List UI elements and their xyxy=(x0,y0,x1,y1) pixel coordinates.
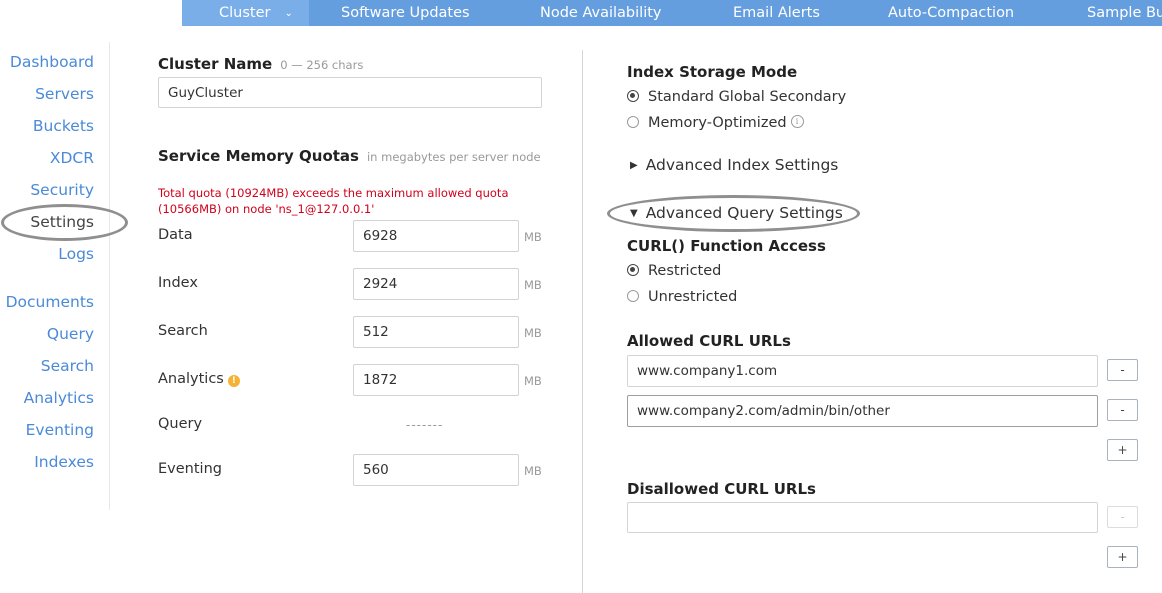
quota-label-analytics: Analytics! xyxy=(158,371,240,387)
memory-quotas-hint: in megabytes per server node xyxy=(366,150,541,164)
advanced-query-settings-toggle[interactable]: ▼ Advanced Query Settings xyxy=(630,204,843,222)
radio-unchecked-icon xyxy=(627,290,639,302)
tab-sample-buckets[interactable]: Sample Bu xyxy=(1087,0,1162,26)
quota-label-search: Search xyxy=(158,323,208,339)
remove-allowed-url-button[interactable]: - xyxy=(1107,399,1138,421)
radio-unchecked-icon xyxy=(627,116,639,128)
memory-quotas-label: Service Memory Quotas in megabytes per se… xyxy=(158,147,541,165)
info-icon[interactable]: i xyxy=(790,115,804,128)
quota-input-index[interactable] xyxy=(353,268,519,300)
radio-standard-gsi[interactable]: Standard Global Secondary xyxy=(627,89,846,105)
quota-input-eventing[interactable] xyxy=(353,454,519,486)
quota-label-index: Index xyxy=(158,275,198,291)
advanced-index-settings-toggle[interactable]: ▶ Advanced Index Settings xyxy=(630,156,838,174)
sidebar-item-servers[interactable]: Servers xyxy=(35,85,94,103)
tab-software-updates[interactable]: Software Updates xyxy=(341,0,470,26)
disallowed-urls-label: Disallowed CURL URLs xyxy=(627,480,816,498)
tab-cluster[interactable]: Cluster ⌄ xyxy=(182,0,309,26)
curl-access-label: CURL() Function Access xyxy=(627,237,826,255)
triangle-down-icon: ▼ xyxy=(630,208,638,219)
chevron-down-icon: ⌄ xyxy=(284,8,293,19)
remove-allowed-url-button[interactable]: - xyxy=(1107,359,1138,381)
unit-label: MB xyxy=(524,374,542,388)
tab-label: Cluster xyxy=(219,5,271,21)
tab-node-availability[interactable]: Node Availability xyxy=(540,0,662,26)
triangle-right-icon: ▶ xyxy=(630,160,638,171)
unit-label: MB xyxy=(524,326,542,340)
unit-label: MB xyxy=(524,230,542,244)
allowed-url-input[interactable] xyxy=(627,355,1098,387)
remove-disallowed-url-button[interactable]: - xyxy=(1107,506,1138,528)
sidebar-item-settings[interactable]: Settings xyxy=(30,213,94,231)
tab-email-alerts[interactable]: Email Alerts xyxy=(733,0,820,26)
quota-input-data[interactable] xyxy=(353,220,519,252)
sidebar-item-dashboard[interactable]: Dashboard xyxy=(10,53,94,71)
sidebar-item-buckets[interactable]: Buckets xyxy=(33,117,94,135)
warning-icon[interactable]: ! xyxy=(227,375,240,387)
quota-label-query: Query xyxy=(158,416,203,432)
sidebar-item-eventing[interactable]: Eventing xyxy=(26,421,94,439)
radio-checked-icon xyxy=(627,90,639,102)
sidebar-item-logs[interactable]: Logs xyxy=(58,245,94,263)
top-nav-bar xyxy=(182,0,1162,26)
radio-restricted[interactable]: Restricted xyxy=(627,263,721,279)
index-storage-label: Index Storage Mode xyxy=(627,63,798,81)
sidebar-item-indexes[interactable]: Indexes xyxy=(34,453,94,471)
tab-auto-compaction[interactable]: Auto-Compaction xyxy=(888,0,1014,26)
cluster-name-input[interactable] xyxy=(158,77,542,108)
allowed-url-input[interactable] xyxy=(627,395,1098,427)
sidebar-item-analytics[interactable]: Analytics xyxy=(24,389,94,407)
quota-input-analytics[interactable] xyxy=(353,364,519,396)
add-disallowed-url-button[interactable]: + xyxy=(1107,546,1138,568)
quota-error-message: Total quota (10924MB) exceeds the maximu… xyxy=(158,186,509,216)
disallowed-url-input[interactable] xyxy=(627,502,1098,533)
quota-label-data: Data xyxy=(158,227,193,243)
sidebar-item-query[interactable]: Query xyxy=(47,325,94,343)
sidebar: Dashboard Servers Buckets XDCR Security … xyxy=(0,42,110,510)
sidebar-item-search[interactable]: Search xyxy=(41,357,94,375)
sidebar-item-xdcr[interactable]: XDCR xyxy=(50,149,94,167)
add-allowed-url-button[interactable]: + xyxy=(1107,439,1138,461)
sidebar-item-documents[interactable]: Documents xyxy=(6,293,94,311)
radio-unrestricted[interactable]: Unrestricted xyxy=(627,289,737,305)
allowed-urls-label: Allowed CURL URLs xyxy=(627,332,791,350)
sidebar-item-security[interactable]: Security xyxy=(30,181,94,199)
radio-checked-icon xyxy=(627,264,639,276)
quota-label-eventing: Eventing xyxy=(158,461,222,477)
radio-memory-optimized[interactable]: Memory-Optimized i xyxy=(627,115,804,131)
unit-label: MB xyxy=(524,464,542,478)
quota-value-query: ------- xyxy=(406,418,444,432)
top-nav: Cluster ⌄ Software Updates Node Availabil… xyxy=(0,0,1162,26)
unit-label: MB xyxy=(524,278,542,292)
column-divider xyxy=(582,50,583,593)
quota-input-search[interactable] xyxy=(353,316,519,348)
cluster-name-hint: 0 — 256 chars xyxy=(280,58,364,72)
cluster-name-label: Cluster Name 0 — 256 chars xyxy=(158,55,364,73)
